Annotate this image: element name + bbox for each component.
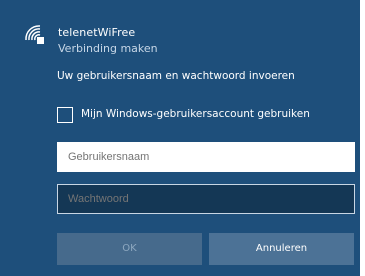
use-windows-account-label: Mijn Windows-gebruikersaccount gebruiken — [81, 108, 310, 120]
credentials-prompt: Uw gebruikersnaam en wachtwoord invoeren — [57, 70, 295, 82]
username-input[interactable] — [57, 142, 355, 172]
use-windows-account-checkbox[interactable] — [57, 107, 73, 123]
network-name: telenetWiFree — [58, 26, 136, 39]
use-windows-account-option[interactable]: Mijn Windows-gebruikersaccount gebruiken — [57, 107, 352, 137]
connection-status: Verbinding maken — [58, 42, 158, 55]
ok-button[interactable]: OK — [57, 233, 202, 265]
desktop-edge — [360, 0, 365, 276]
wifi-secured-icon — [22, 22, 46, 46]
cancel-button[interactable]: Annuleren — [209, 233, 354, 265]
password-input[interactable] — [57, 184, 355, 214]
wifi-login-panel: telenetWiFree Verbinding maken Uw gebrui… — [0, 0, 365, 276]
